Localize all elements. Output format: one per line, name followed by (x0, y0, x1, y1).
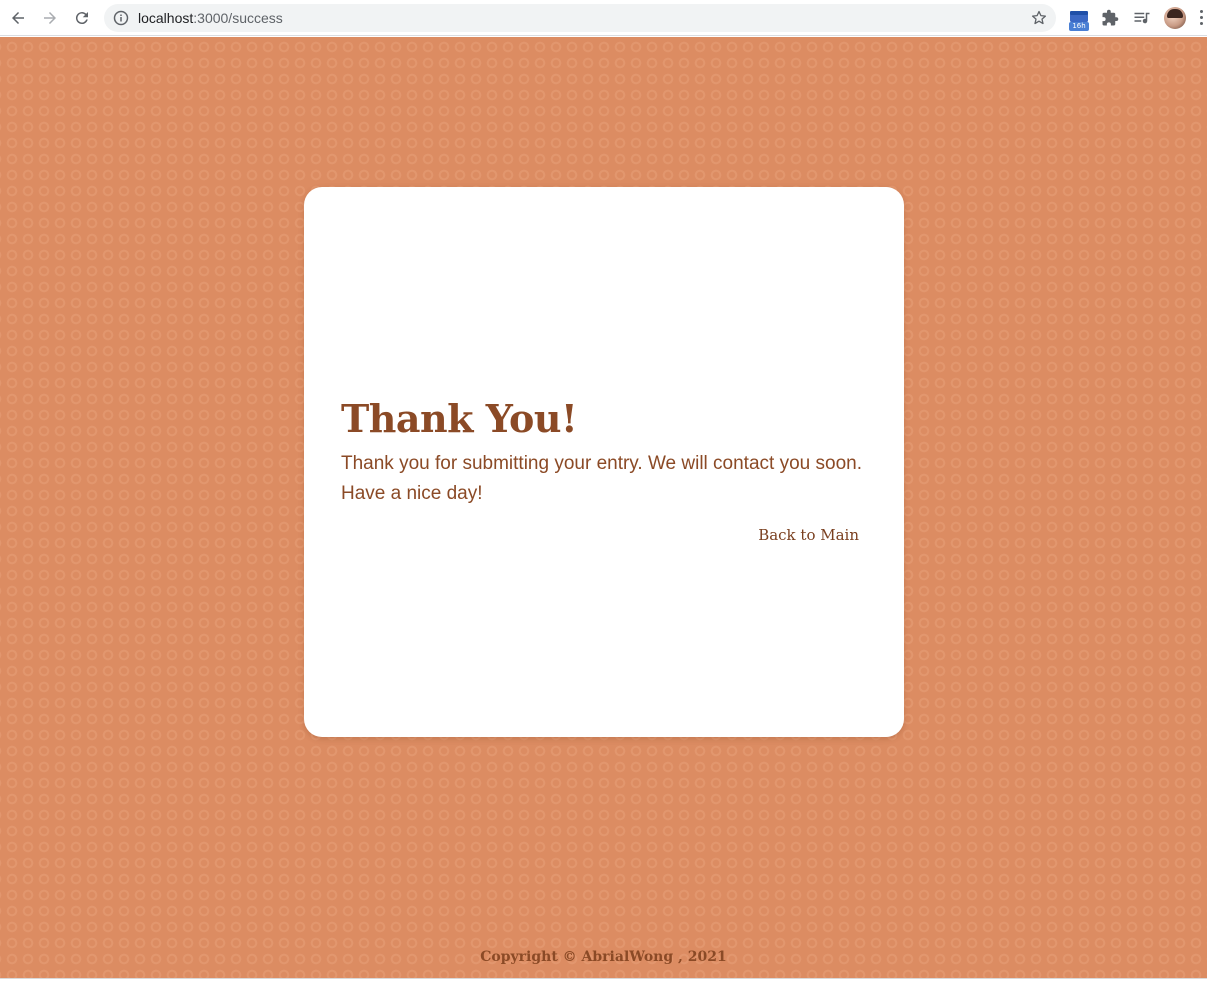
puzzle-extensions-icon (1102, 9, 1119, 26)
url-text[interactable]: localhost:3000/success (138, 10, 283, 26)
reload-button[interactable] (70, 6, 94, 30)
media-queue-button[interactable] (1132, 8, 1152, 28)
footer-copyright: Copyright © AbrialWong , 2021 (480, 949, 727, 965)
extensions-button[interactable] (1100, 8, 1120, 28)
back-to-main-link[interactable]: Back to Main (758, 524, 859, 546)
avatar[interactable] (1164, 7, 1186, 29)
extension-badge: 16h (1069, 22, 1089, 31)
url-host: localhost (138, 10, 194, 26)
back-button[interactable] (6, 6, 30, 30)
back-arrow-icon (12, 12, 24, 24)
success-card: Thank You! Thank you for submitting your… (304, 187, 904, 737)
reload-icon (75, 12, 88, 25)
forward-button[interactable] (38, 6, 62, 30)
success-message: Thank you for submitting your entry. We … (341, 453, 862, 504)
address-bar[interactable]: localhost:3000/success (104, 4, 1056, 32)
browser-toolbar: localhost:3000/success 16h (0, 0, 1207, 36)
menu-dots-icon[interactable] (1200, 10, 1204, 26)
info-icon[interactable] (113, 10, 129, 26)
star-icon[interactable] (1031, 10, 1047, 26)
forward-arrow-icon (44, 12, 56, 24)
page-background: Thank You! Thank you for submitting your… (0, 37, 1207, 978)
page-title: Thank You! (341, 396, 578, 441)
media-queue-icon (1134, 12, 1150, 24)
url-path: :3000/success (193, 10, 283, 26)
page-bottom-edge (0, 978, 1207, 985)
